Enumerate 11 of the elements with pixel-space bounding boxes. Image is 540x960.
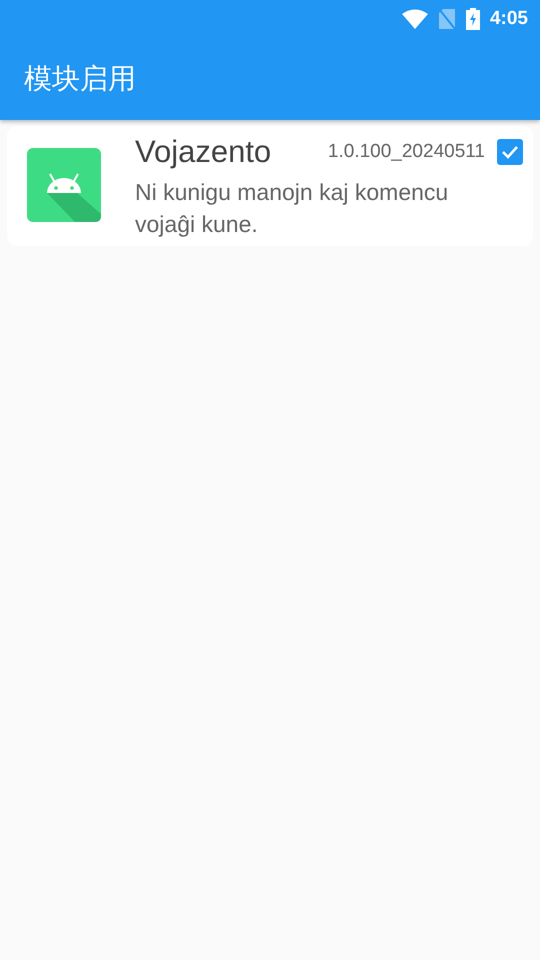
android-app-icon — [27, 148, 101, 222]
module-version: 1.0.100_20240511 — [328, 141, 485, 163]
wifi-icon — [402, 9, 428, 29]
battery-icon — [466, 8, 480, 30]
module-name: Vojazento — [135, 134, 272, 170]
no-sim-icon — [438, 8, 456, 30]
enable-checkbox[interactable] — [497, 139, 523, 165]
module-description: Ni kunigu manojn kaj komencu vojaĝi kune. — [135, 178, 450, 239]
status-time: 4:05 — [490, 8, 528, 30]
screen-title: 模块启用 — [24, 61, 136, 97]
module-card[interactable]: Vojazento 1.0.100_20240511 Ni kunigu manojn kaj komencu vojaĝi kune. — [7, 126, 533, 246]
